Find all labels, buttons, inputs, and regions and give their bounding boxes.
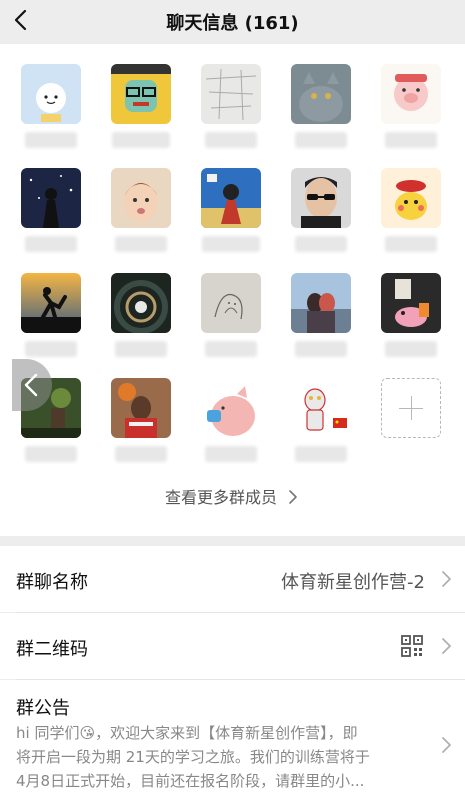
member-name-blurred bbox=[205, 132, 257, 148]
group-notice-line-1: hi 同学们😘，欢迎大家来到【体育新星创作营】，即 bbox=[16, 724, 358, 742]
chevron-right-icon bbox=[289, 490, 297, 504]
member-avatar[interactable] bbox=[291, 378, 351, 438]
add-member-button[interactable] bbox=[381, 378, 441, 438]
member-avatar[interactable] bbox=[201, 273, 261, 333]
member-avatar[interactable] bbox=[381, 168, 441, 228]
member-name-blurred bbox=[25, 341, 77, 357]
member-name-blurred bbox=[115, 236, 167, 252]
member-avatar[interactable] bbox=[21, 64, 81, 124]
member-avatar[interactable] bbox=[201, 378, 261, 438]
add-member-item[interactable] bbox=[381, 378, 441, 438]
group-notice-line-2: 将开启一段为期 21天的学习之旅。我们的训练营将于 bbox=[16, 748, 370, 766]
member-name-blurred bbox=[205, 341, 257, 357]
member-name-blurred bbox=[202, 236, 260, 252]
group-notice-label: 群公告 bbox=[16, 698, 70, 719]
chevron-right-icon bbox=[442, 737, 451, 753]
member-item[interactable] bbox=[291, 64, 351, 148]
member-item[interactable] bbox=[111, 273, 171, 357]
member-avatar[interactable] bbox=[21, 273, 81, 333]
qr-code-icon bbox=[401, 635, 423, 657]
member-avatar[interactable] bbox=[201, 168, 261, 228]
member-name-blurred bbox=[385, 236, 437, 252]
member-item[interactable] bbox=[201, 378, 261, 462]
member-item[interactable] bbox=[21, 64, 81, 148]
member-item[interactable] bbox=[291, 378, 351, 462]
chevron-right-icon bbox=[442, 571, 451, 587]
view-more-label: 查看更多群成员 bbox=[164, 488, 277, 507]
floating-back-handle[interactable] bbox=[12, 359, 52, 411]
group-notice-row[interactable]: 群公告 hi 同学们😘，欢迎大家来到【体育新星创作营】，即 将开启一段为期 21… bbox=[0, 680, 465, 810]
member-avatar[interactable] bbox=[111, 64, 171, 124]
group-qr-label: 群二维码 bbox=[16, 639, 88, 660]
member-name-blurred bbox=[205, 446, 257, 462]
member-name-blurred bbox=[115, 446, 167, 462]
member-avatar[interactable] bbox=[111, 378, 171, 438]
member-avatar[interactable] bbox=[21, 168, 81, 228]
member-avatar[interactable] bbox=[291, 273, 351, 333]
member-item[interactable] bbox=[381, 273, 441, 357]
member-item[interactable] bbox=[111, 64, 171, 148]
member-avatar[interactable] bbox=[381, 273, 441, 333]
member-name-blurred bbox=[112, 132, 170, 148]
member-item[interactable] bbox=[21, 168, 81, 252]
top-bar: 聊天信息 (161) bbox=[0, 0, 465, 44]
chevron-right-icon bbox=[442, 638, 451, 654]
member-avatar[interactable] bbox=[111, 168, 171, 228]
member-item[interactable] bbox=[21, 273, 81, 357]
member-avatar[interactable] bbox=[291, 168, 351, 228]
group-name-label: 群聊名称 bbox=[16, 572, 88, 593]
member-name-blurred bbox=[25, 132, 77, 148]
view-more-members-link[interactable]: 查看更多群成员 bbox=[0, 484, 465, 508]
chevron-left-icon bbox=[24, 373, 38, 397]
member-avatar[interactable] bbox=[201, 64, 261, 124]
member-item[interactable] bbox=[381, 168, 441, 252]
member-item[interactable] bbox=[291, 168, 351, 252]
member-name-blurred bbox=[385, 132, 437, 148]
member-name-blurred bbox=[295, 341, 347, 357]
member-name-blurred bbox=[25, 236, 77, 252]
group-qr-row[interactable]: 群二维码 bbox=[0, 613, 465, 679]
group-name-value: 体育新星创作营-2 bbox=[281, 572, 425, 593]
plus-icon-vertical bbox=[410, 396, 412, 420]
group-notice-line-3: 4月8日正式开始，目前还在报名阶段，请群里的小... bbox=[16, 772, 365, 790]
group-name-row[interactable]: 群聊名称 体育新星创作营-2 bbox=[0, 546, 465, 612]
member-item[interactable] bbox=[381, 64, 441, 148]
member-avatar[interactable] bbox=[381, 64, 441, 124]
member-name-blurred bbox=[295, 132, 347, 148]
member-item[interactable] bbox=[111, 378, 171, 462]
member-item[interactable] bbox=[201, 64, 261, 148]
member-name-blurred bbox=[25, 446, 77, 462]
member-name-blurred bbox=[295, 446, 347, 462]
member-avatar[interactable] bbox=[291, 64, 351, 124]
page-title: 聊天信息 (161) bbox=[166, 13, 299, 34]
member-item[interactable] bbox=[201, 168, 261, 252]
member-avatar[interactable] bbox=[111, 273, 171, 333]
member-name-blurred bbox=[295, 236, 347, 252]
member-name-blurred bbox=[115, 341, 167, 357]
member-item[interactable] bbox=[291, 273, 351, 357]
member-grid-section: 查看更多群成员 bbox=[0, 44, 465, 536]
member-item[interactable] bbox=[111, 168, 171, 252]
member-item[interactable] bbox=[201, 273, 261, 357]
member-name-blurred bbox=[385, 341, 437, 357]
